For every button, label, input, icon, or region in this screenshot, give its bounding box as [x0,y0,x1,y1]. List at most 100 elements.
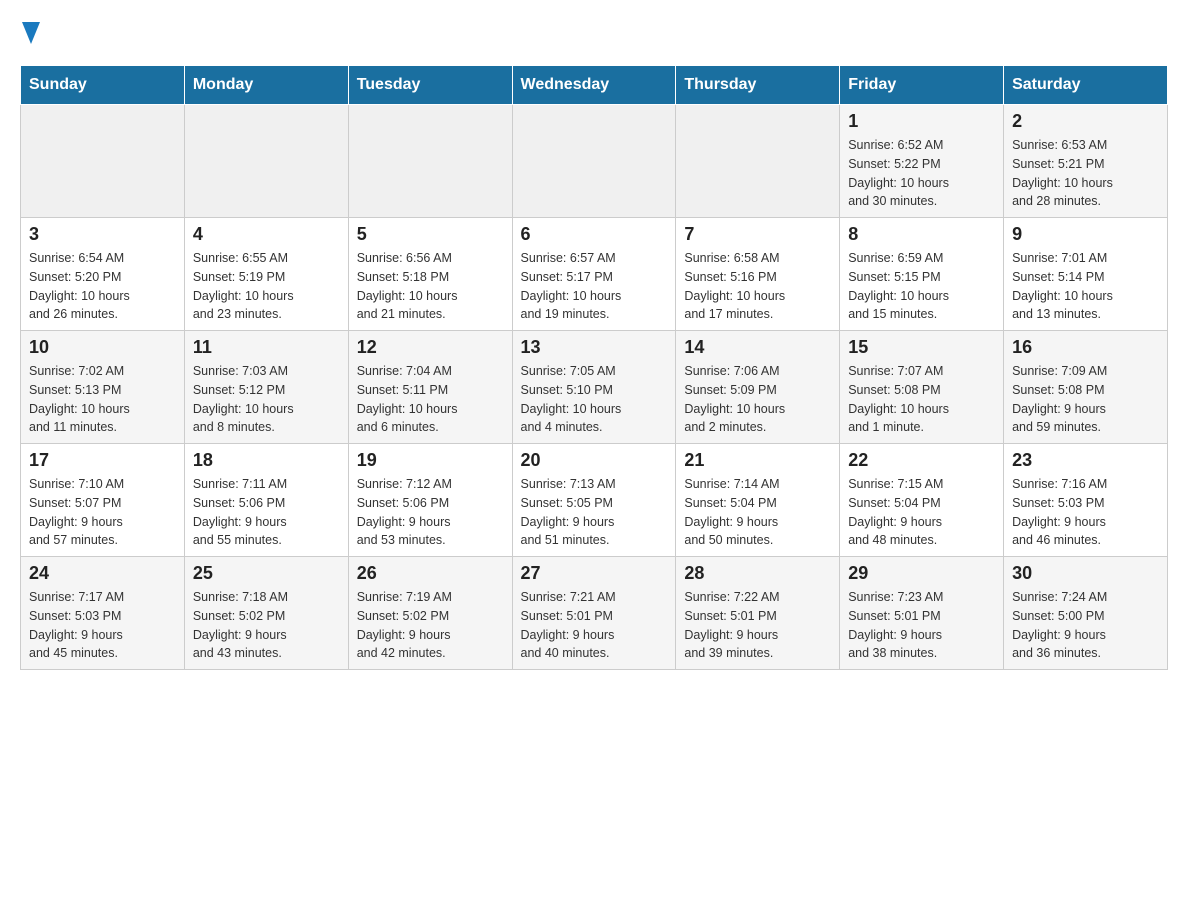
day-info: Sunrise: 6:52 AM Sunset: 5:22 PM Dayligh… [848,136,995,211]
day-info: Sunrise: 7:22 AM Sunset: 5:01 PM Dayligh… [684,588,831,663]
day-number: 24 [29,563,176,584]
day-number: 21 [684,450,831,471]
day-number: 9 [1012,224,1159,245]
day-info: Sunrise: 7:01 AM Sunset: 5:14 PM Dayligh… [1012,249,1159,324]
day-number: 26 [357,563,504,584]
day-info: Sunrise: 7:02 AM Sunset: 5:13 PM Dayligh… [29,362,176,437]
calendar-cell: 14Sunrise: 7:06 AM Sunset: 5:09 PM Dayli… [676,331,840,444]
calendar-cell: 28Sunrise: 7:22 AM Sunset: 5:01 PM Dayli… [676,557,840,670]
calendar-table: SundayMondayTuesdayWednesdayThursdayFrid… [20,65,1168,670]
day-number: 6 [521,224,668,245]
day-info: Sunrise: 7:09 AM Sunset: 5:08 PM Dayligh… [1012,362,1159,437]
weekday-header-sunday: Sunday [21,66,185,105]
day-info: Sunrise: 6:56 AM Sunset: 5:18 PM Dayligh… [357,249,504,324]
day-info: Sunrise: 6:53 AM Sunset: 5:21 PM Dayligh… [1012,136,1159,211]
day-number: 12 [357,337,504,358]
calendar-cell: 25 Sunrise: 7:18 AM Sunset: 5:02 PM Dayli… [184,557,348,670]
day-info: Sunrise: 7:24 AM Sunset: 5:00 PM Dayligh… [1012,588,1159,663]
day-number: 15 [848,337,995,358]
calendar-cell: 13Sunrise: 7:05 AM Sunset: 5:10 PM Dayli… [512,331,676,444]
day-number: 19 [357,450,504,471]
calendar-cell: 30 Sunrise: 7:24 AM Sunset: 5:00 PM Dayli… [1004,557,1168,670]
calendar-cell: 22 Sunrise: 7:15 AM Sunset: 5:04 PM Dayli… [840,444,1004,557]
logo [20,20,40,45]
calendar-cell: 4Sunrise: 6:55 AM Sunset: 5:19 PM Daylig… [184,218,348,331]
calendar-cell: 7 Sunrise: 6:58 AM Sunset: 5:16 PM Daylig… [676,218,840,331]
day-number: 8 [848,224,995,245]
day-number: 17 [29,450,176,471]
calendar-cell: 5Sunrise: 6:56 AM Sunset: 5:18 PM Daylig… [348,218,512,331]
calendar-cell: 11 Sunrise: 7:03 AM Sunset: 5:12 PM Dayli… [184,331,348,444]
day-info: Sunrise: 7:03 AM Sunset: 5:12 PM Dayligh… [193,362,340,437]
calendar-cell [348,105,512,218]
weekday-header-tuesday: Tuesday [348,66,512,105]
day-number: 10 [29,337,176,358]
weekday-row: SundayMondayTuesdayWednesdayThursdayFrid… [21,66,1168,105]
calendar-cell: 20Sunrise: 7:13 AM Sunset: 5:05 PM Dayli… [512,444,676,557]
calendar-cell: 8 Sunrise: 6:59 AM Sunset: 5:15 PM Daylig… [840,218,1004,331]
day-number: 7 [684,224,831,245]
day-info: Sunrise: 7:15 AM Sunset: 5:04 PM Dayligh… [848,475,995,550]
day-number: 2 [1012,111,1159,132]
day-info: Sunrise: 6:54 AM Sunset: 5:20 PM Dayligh… [29,249,176,324]
day-info: Sunrise: 7:16 AM Sunset: 5:03 PM Dayligh… [1012,475,1159,550]
calendar-week-1: 3 Sunrise: 6:54 AM Sunset: 5:20 PM Daylig… [21,218,1168,331]
calendar-cell: 2 Sunrise: 6:53 AM Sunset: 5:21 PM Daylig… [1004,105,1168,218]
day-info: Sunrise: 7:06 AM Sunset: 5:09 PM Dayligh… [684,362,831,437]
calendar-cell [512,105,676,218]
calendar-cell: 1 Sunrise: 6:52 AM Sunset: 5:22 PM Daylig… [840,105,1004,218]
calendar-cell: 6Sunrise: 6:57 AM Sunset: 5:17 PM Daylig… [512,218,676,331]
calendar-header: SundayMondayTuesdayWednesdayThursdayFrid… [21,66,1168,105]
calendar-cell: 3 Sunrise: 6:54 AM Sunset: 5:20 PM Daylig… [21,218,185,331]
weekday-header-wednesday: Wednesday [512,66,676,105]
day-info: Sunrise: 7:11 AM Sunset: 5:06 PM Dayligh… [193,475,340,550]
calendar-week-4: 24 Sunrise: 7:17 AM Sunset: 5:03 PM Dayli… [21,557,1168,670]
day-number: 22 [848,450,995,471]
calendar-week-0: 1 Sunrise: 6:52 AM Sunset: 5:22 PM Daylig… [21,105,1168,218]
calendar-cell: 23Sunrise: 7:16 AM Sunset: 5:03 PM Dayli… [1004,444,1168,557]
day-info: Sunrise: 7:21 AM Sunset: 5:01 PM Dayligh… [521,588,668,663]
day-number: 1 [848,111,995,132]
calendar-cell: 21 Sunrise: 7:14 AM Sunset: 5:04 PM Dayli… [676,444,840,557]
page-header [20,20,1168,45]
day-info: Sunrise: 7:10 AM Sunset: 5:07 PM Dayligh… [29,475,176,550]
day-number: 27 [521,563,668,584]
weekday-header-saturday: Saturday [1004,66,1168,105]
calendar-cell: 9 Sunrise: 7:01 AM Sunset: 5:14 PM Daylig… [1004,218,1168,331]
day-number: 29 [848,563,995,584]
day-info: Sunrise: 6:58 AM Sunset: 5:16 PM Dayligh… [684,249,831,324]
day-info: Sunrise: 7:19 AM Sunset: 5:02 PM Dayligh… [357,588,504,663]
day-info: Sunrise: 6:59 AM Sunset: 5:15 PM Dayligh… [848,249,995,324]
calendar-cell: 12 Sunrise: 7:04 AM Sunset: 5:11 PM Dayli… [348,331,512,444]
calendar-cell [184,105,348,218]
calendar-cell: 29 Sunrise: 7:23 AM Sunset: 5:01 PM Dayli… [840,557,1004,670]
day-number: 25 [193,563,340,584]
calendar-week-2: 10 Sunrise: 7:02 AM Sunset: 5:13 PM Dayli… [21,331,1168,444]
day-info: Sunrise: 7:17 AM Sunset: 5:03 PM Dayligh… [29,588,176,663]
day-number: 11 [193,337,340,358]
calendar-cell: 19 Sunrise: 7:12 AM Sunset: 5:06 PM Dayli… [348,444,512,557]
day-info: Sunrise: 7:04 AM Sunset: 5:11 PM Dayligh… [357,362,504,437]
calendar-week-3: 17 Sunrise: 7:10 AM Sunset: 5:07 PM Dayli… [21,444,1168,557]
calendar-cell [21,105,185,218]
day-number: 4 [193,224,340,245]
calendar-cell: 17 Sunrise: 7:10 AM Sunset: 5:07 PM Dayli… [21,444,185,557]
day-info: Sunrise: 7:18 AM Sunset: 5:02 PM Dayligh… [193,588,340,663]
calendar-body: 1 Sunrise: 6:52 AM Sunset: 5:22 PM Daylig… [21,105,1168,670]
logo-arrow-icon [22,22,40,49]
day-number: 30 [1012,563,1159,584]
day-number: 3 [29,224,176,245]
calendar-cell: 27 Sunrise: 7:21 AM Sunset: 5:01 PM Dayli… [512,557,676,670]
day-info: Sunrise: 7:23 AM Sunset: 5:01 PM Dayligh… [848,588,995,663]
weekday-header-monday: Monday [184,66,348,105]
calendar-cell: 10 Sunrise: 7:02 AM Sunset: 5:13 PM Dayli… [21,331,185,444]
calendar-cell: 18 Sunrise: 7:11 AM Sunset: 5:06 PM Dayli… [184,444,348,557]
calendar-cell: 15 Sunrise: 7:07 AM Sunset: 5:08 PM Dayli… [840,331,1004,444]
day-info: Sunrise: 7:12 AM Sunset: 5:06 PM Dayligh… [357,475,504,550]
day-number: 18 [193,450,340,471]
calendar-cell: 24 Sunrise: 7:17 AM Sunset: 5:03 PM Dayli… [21,557,185,670]
day-info: Sunrise: 7:14 AM Sunset: 5:04 PM Dayligh… [684,475,831,550]
day-number: 20 [521,450,668,471]
weekday-header-thursday: Thursday [676,66,840,105]
day-info: Sunrise: 7:07 AM Sunset: 5:08 PM Dayligh… [848,362,995,437]
